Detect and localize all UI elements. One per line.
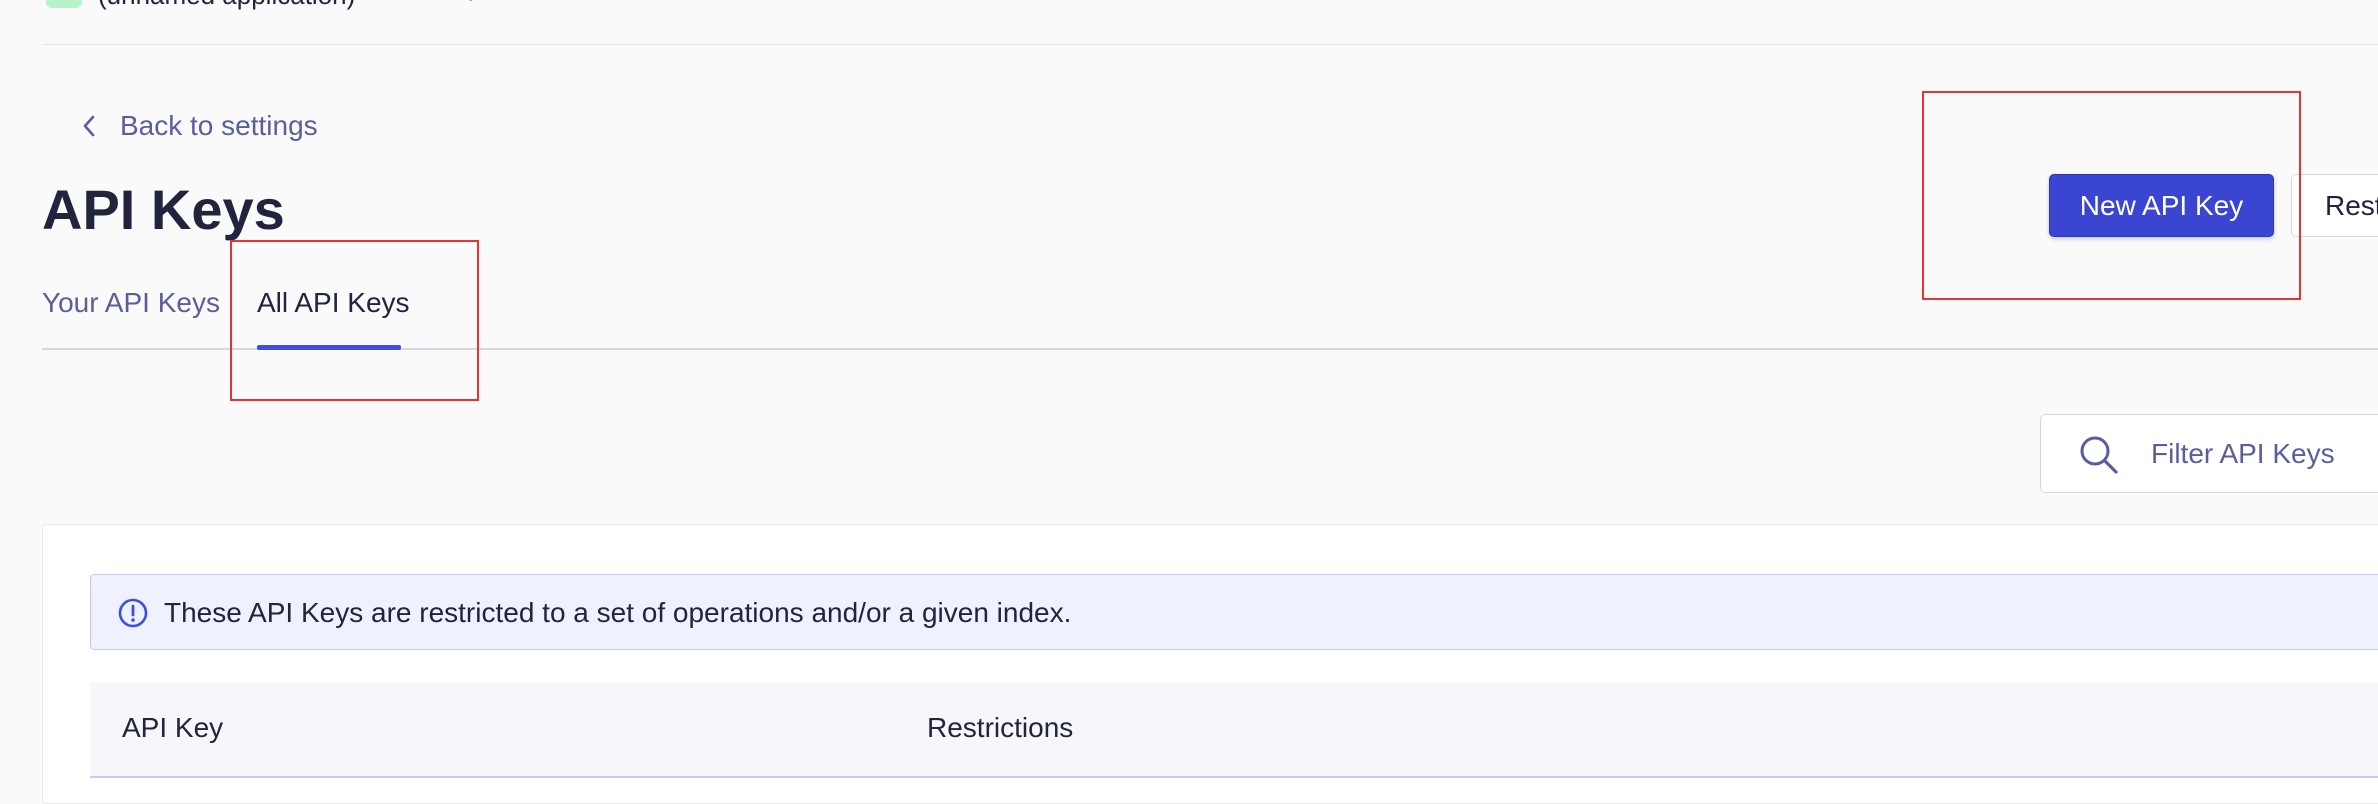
restriction-notice-text: These API Keys are restricted to a set o… bbox=[164, 597, 1072, 628]
tab-your-api-keys[interactable]: Your API Keys bbox=[42, 280, 220, 326]
application-name[interactable]: (unnamed application) bbox=[98, 0, 355, 11]
tab-bar: Your API Keys All API Keys bbox=[42, 280, 2378, 350]
back-to-settings-link[interactable]: Back to settings bbox=[80, 108, 318, 144]
active-tab-indicator bbox=[257, 345, 401, 350]
page-title: API Keys bbox=[42, 178, 285, 241]
info-icon bbox=[118, 598, 148, 628]
app-badge: HC bbox=[46, 0, 82, 8]
tab-all-api-keys[interactable]: All API Keys bbox=[257, 280, 410, 326]
column-header-api-key: API Key bbox=[122, 712, 224, 743]
restore-button[interactable]: Restore bbox=[2291, 174, 2378, 237]
chevron-left-icon bbox=[83, 115, 95, 137]
filter-box bbox=[2040, 414, 2378, 493]
app-header: HC (unnamed application) bbox=[42, 0, 2378, 45]
restriction-notice: These API Keys are restricted to a set o… bbox=[90, 574, 2378, 650]
column-header-restrictions: Restrictions bbox=[927, 712, 1074, 743]
filter-api-keys-input[interactable] bbox=[2151, 433, 2378, 475]
new-api-key-button[interactable]: New API Key bbox=[2049, 174, 2274, 237]
back-to-settings-label: Back to settings bbox=[120, 110, 318, 141]
table-header: API Key Restrictions bbox=[90, 682, 2378, 778]
search-icon bbox=[2080, 436, 2118, 474]
chevron-down-icon[interactable] bbox=[460, 0, 482, 6]
